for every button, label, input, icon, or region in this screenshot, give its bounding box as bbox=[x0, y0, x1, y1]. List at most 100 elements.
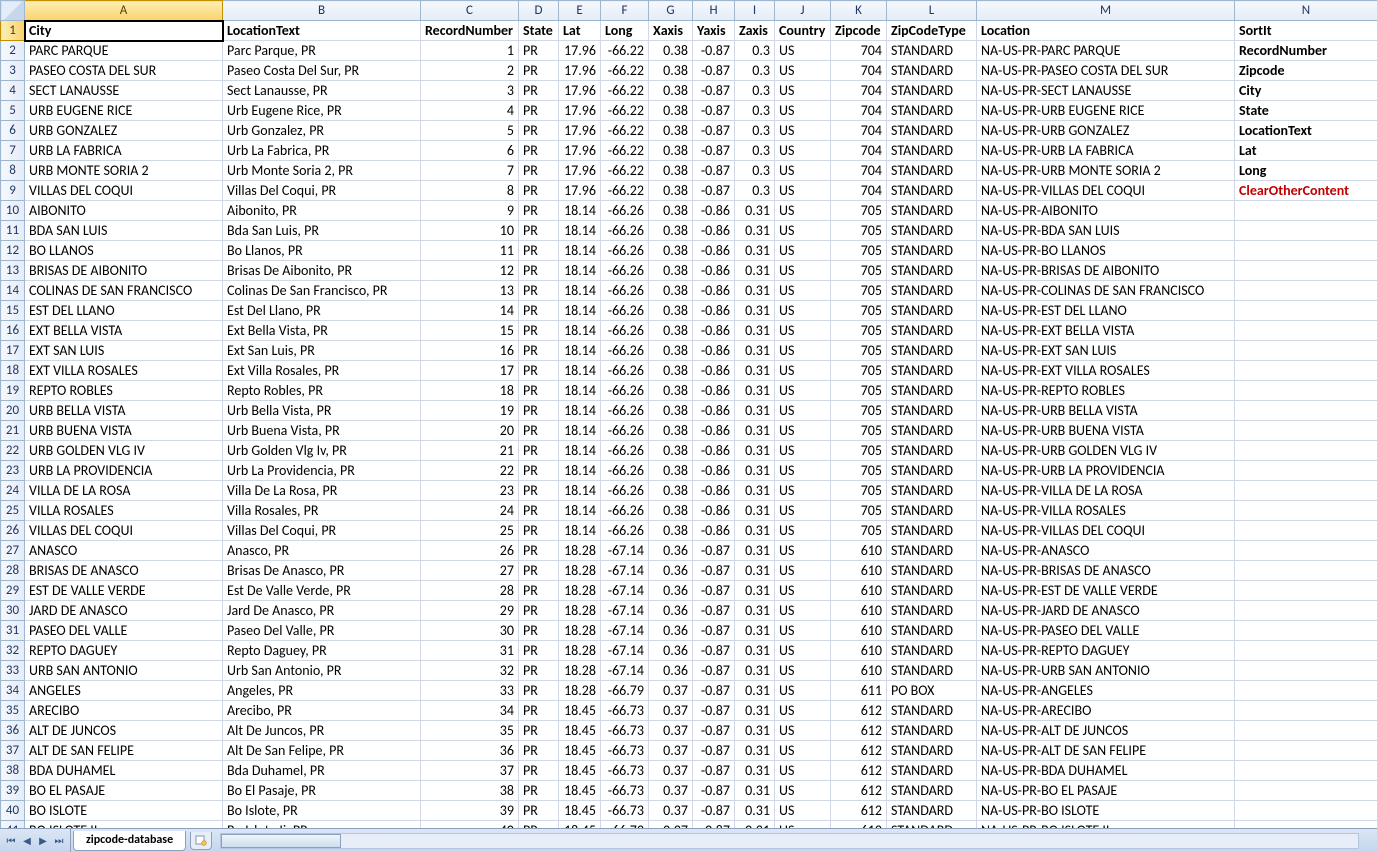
cell-J30[interactable]: US bbox=[775, 601, 831, 621]
cell-B4[interactable]: Sect Lanausse, PR bbox=[223, 81, 421, 101]
cell-K6[interactable]: 704 bbox=[831, 121, 887, 141]
cell-L30[interactable]: STANDARD bbox=[887, 601, 977, 621]
cell-F7[interactable]: -66.22 bbox=[601, 141, 649, 161]
row-header-17[interactable]: 17 bbox=[1, 341, 25, 361]
cell-B35[interactable]: Arecibo, PR bbox=[223, 701, 421, 721]
cell-E1[interactable]: Lat bbox=[559, 21, 601, 41]
cell-A40[interactable]: BO ISLOTE bbox=[25, 801, 223, 821]
row-header-9[interactable]: 9 bbox=[1, 181, 25, 201]
cell-N33[interactable] bbox=[1235, 661, 1377, 681]
row-header-23[interactable]: 23 bbox=[1, 461, 25, 481]
cell-C22[interactable]: 21 bbox=[421, 441, 519, 461]
cell-C28[interactable]: 27 bbox=[421, 561, 519, 581]
cell-E35[interactable]: 18.45 bbox=[559, 701, 601, 721]
cell-G26[interactable]: 0.38 bbox=[649, 521, 693, 541]
cell-C15[interactable]: 14 bbox=[421, 301, 519, 321]
row-header-10[interactable]: 10 bbox=[1, 201, 25, 221]
cell-H28[interactable]: -0.87 bbox=[693, 561, 735, 581]
cell-J26[interactable]: US bbox=[775, 521, 831, 541]
cell-L5[interactable]: STANDARD bbox=[887, 101, 977, 121]
cell-F13[interactable]: -66.26 bbox=[601, 261, 649, 281]
cell-M7[interactable]: NA-US-PR-URB LA FABRICA bbox=[977, 141, 1235, 161]
cell-K16[interactable]: 705 bbox=[831, 321, 887, 341]
cell-K14[interactable]: 705 bbox=[831, 281, 887, 301]
cell-B36[interactable]: Alt De Juncos, PR bbox=[223, 721, 421, 741]
cell-D6[interactable]: PR bbox=[519, 121, 559, 141]
cell-N6[interactable]: LocationText bbox=[1235, 121, 1377, 141]
cell-G14[interactable]: 0.38 bbox=[649, 281, 693, 301]
cell-L14[interactable]: STANDARD bbox=[887, 281, 977, 301]
cell-N17[interactable] bbox=[1235, 341, 1377, 361]
cell-L26[interactable]: STANDARD bbox=[887, 521, 977, 541]
cell-A41[interactable]: BO ISLOTE II bbox=[25, 821, 223, 829]
cell-J40[interactable]: US bbox=[775, 801, 831, 821]
cell-B32[interactable]: Repto Daguey, PR bbox=[223, 641, 421, 661]
cell-G10[interactable]: 0.38 bbox=[649, 201, 693, 221]
cell-H12[interactable]: -0.86 bbox=[693, 241, 735, 261]
cell-J36[interactable]: US bbox=[775, 721, 831, 741]
cell-K34[interactable]: 611 bbox=[831, 681, 887, 701]
cell-C29[interactable]: 28 bbox=[421, 581, 519, 601]
cell-D14[interactable]: PR bbox=[519, 281, 559, 301]
cell-J24[interactable]: US bbox=[775, 481, 831, 501]
cell-E4[interactable]: 17.96 bbox=[559, 81, 601, 101]
cell-H13[interactable]: -0.86 bbox=[693, 261, 735, 281]
tab-nav-prev-icon[interactable]: ◀ bbox=[20, 834, 34, 848]
cell-G39[interactable]: 0.37 bbox=[649, 781, 693, 801]
cell-C25[interactable]: 24 bbox=[421, 501, 519, 521]
cell-I31[interactable]: 0.31 bbox=[735, 621, 775, 641]
row-header-19[interactable]: 19 bbox=[1, 381, 25, 401]
col-header-K[interactable]: K bbox=[831, 1, 887, 21]
cell-I35[interactable]: 0.31 bbox=[735, 701, 775, 721]
cell-L39[interactable]: STANDARD bbox=[887, 781, 977, 801]
cell-I29[interactable]: 0.31 bbox=[735, 581, 775, 601]
cell-F38[interactable]: -66.73 bbox=[601, 761, 649, 781]
cell-C26[interactable]: 25 bbox=[421, 521, 519, 541]
cell-N11[interactable] bbox=[1235, 221, 1377, 241]
row-header-16[interactable]: 16 bbox=[1, 321, 25, 341]
cell-I19[interactable]: 0.31 bbox=[735, 381, 775, 401]
cell-J21[interactable]: US bbox=[775, 421, 831, 441]
cell-H20[interactable]: -0.86 bbox=[693, 401, 735, 421]
cell-L9[interactable]: STANDARD bbox=[887, 181, 977, 201]
cell-D20[interactable]: PR bbox=[519, 401, 559, 421]
cell-K11[interactable]: 705 bbox=[831, 221, 887, 241]
cell-A34[interactable]: ANGELES bbox=[25, 681, 223, 701]
cell-A27[interactable]: ANASCO bbox=[25, 541, 223, 561]
cell-L18[interactable]: STANDARD bbox=[887, 361, 977, 381]
cell-M28[interactable]: NA-US-PR-BRISAS DE ANASCO bbox=[977, 561, 1235, 581]
col-header-J[interactable]: J bbox=[775, 1, 831, 21]
cell-F2[interactable]: -66.22 bbox=[601, 41, 649, 61]
cell-J10[interactable]: US bbox=[775, 201, 831, 221]
cell-C2[interactable]: 1 bbox=[421, 41, 519, 61]
cell-G18[interactable]: 0.38 bbox=[649, 361, 693, 381]
row-header-13[interactable]: 13 bbox=[1, 261, 25, 281]
cell-F25[interactable]: -66.26 bbox=[601, 501, 649, 521]
cell-J34[interactable]: US bbox=[775, 681, 831, 701]
cell-I2[interactable]: 0.3 bbox=[735, 41, 775, 61]
cell-I22[interactable]: 0.31 bbox=[735, 441, 775, 461]
cell-F4[interactable]: -66.22 bbox=[601, 81, 649, 101]
cell-H35[interactable]: -0.87 bbox=[693, 701, 735, 721]
cell-F8[interactable]: -66.22 bbox=[601, 161, 649, 181]
cell-B7[interactable]: Urb La Fabrica, PR bbox=[223, 141, 421, 161]
cell-F29[interactable]: -67.14 bbox=[601, 581, 649, 601]
cell-L7[interactable]: STANDARD bbox=[887, 141, 977, 161]
cell-A16[interactable]: EXT BELLA VISTA bbox=[25, 321, 223, 341]
row-header-38[interactable]: 38 bbox=[1, 761, 25, 781]
row-header-22[interactable]: 22 bbox=[1, 441, 25, 461]
cell-G9[interactable]: 0.38 bbox=[649, 181, 693, 201]
cell-K22[interactable]: 705 bbox=[831, 441, 887, 461]
cell-H24[interactable]: -0.86 bbox=[693, 481, 735, 501]
cell-F39[interactable]: -66.73 bbox=[601, 781, 649, 801]
cell-N1[interactable]: SortIt bbox=[1235, 21, 1377, 41]
col-header-E[interactable]: E bbox=[559, 1, 601, 21]
cell-C4[interactable]: 3 bbox=[421, 81, 519, 101]
cell-F3[interactable]: -66.22 bbox=[601, 61, 649, 81]
cell-L15[interactable]: STANDARD bbox=[887, 301, 977, 321]
cell-I27[interactable]: 0.31 bbox=[735, 541, 775, 561]
cell-G19[interactable]: 0.38 bbox=[649, 381, 693, 401]
cell-A30[interactable]: JARD DE ANASCO bbox=[25, 601, 223, 621]
cell-F17[interactable]: -66.26 bbox=[601, 341, 649, 361]
cell-N16[interactable] bbox=[1235, 321, 1377, 341]
